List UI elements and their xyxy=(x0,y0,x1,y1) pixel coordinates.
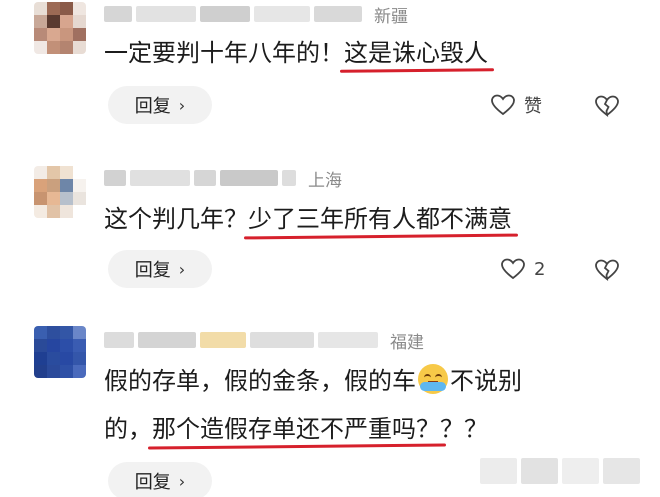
reply-label: 回复 xyxy=(134,472,171,493)
comment-text: 一定要判十年八年的！这是诛心毁人 xyxy=(104,36,488,70)
chevron-right-icon: › xyxy=(178,471,186,491)
location-label: 新疆 xyxy=(374,6,408,27)
reply-label: 回复 xyxy=(134,96,171,117)
comment-text-line-2: 的，那个造假存单还不严重吗？？？ xyxy=(104,412,488,446)
comment-text-line-1: 假的存单，假的金条，假的车 不说别 xyxy=(104,364,522,398)
comment-text-plain: 这个判几年？ xyxy=(104,205,248,233)
heart-icon xyxy=(491,94,515,116)
comment-3: 福建 假的存单，假的金条，假的车 不说别 的，那个造假存单还不严重吗？？？ 回复 … xyxy=(0,318,660,497)
chevron-right-icon: › xyxy=(178,95,186,115)
highlighted-text: 那个造假存单还不严重吗？ xyxy=(152,412,440,446)
like-count: 2 xyxy=(534,258,546,280)
reply-button[interactable]: 回复 › xyxy=(108,462,212,497)
avatar[interactable] xyxy=(34,2,86,54)
broken-heart-icon[interactable] xyxy=(594,258,620,282)
comment-text-plain: 的， xyxy=(104,415,152,443)
like-button[interactable]: 赞 xyxy=(490,92,542,118)
comment-1: 新疆 一定要判十年八年的！这是诛心毁人 回复 › 赞 xyxy=(0,0,660,140)
comment-text-plain: 假的存单，假的金条，假的车 xyxy=(104,367,416,395)
chevron-right-icon: › xyxy=(178,259,186,279)
reply-label: 回复 xyxy=(134,260,171,281)
like-label: 赞 xyxy=(524,96,542,117)
heart-icon xyxy=(501,258,525,280)
comment-text: 这个判几年？少了三年所有人都不满意 xyxy=(104,202,512,236)
avatar[interactable] xyxy=(34,166,86,218)
crying-face-emoji xyxy=(418,364,448,394)
reply-button[interactable]: 回复 › xyxy=(108,250,212,288)
highlighted-text: 这是诛心毁人 xyxy=(344,36,488,70)
blurred-username[interactable] xyxy=(104,332,134,348)
broken-heart-icon[interactable] xyxy=(594,94,620,118)
comment-text-continued: 不说别 xyxy=(450,367,522,395)
username-line: 上海 xyxy=(104,166,342,191)
comment-text-trailing: ？？ xyxy=(440,415,488,443)
highlighted-text: 少了三年所有人都不满意 xyxy=(248,202,512,236)
watermark-blur xyxy=(480,458,640,484)
location-label: 福建 xyxy=(390,332,424,353)
avatar[interactable] xyxy=(34,326,86,378)
username-line: 新疆 xyxy=(104,2,408,27)
blurred-username[interactable] xyxy=(104,6,132,22)
location-label: 上海 xyxy=(308,170,342,191)
username-line: 福建 xyxy=(104,328,424,353)
like-button[interactable]: 2 xyxy=(500,257,545,281)
reply-button[interactable]: 回复 › xyxy=(108,86,212,124)
blurred-username[interactable] xyxy=(104,170,126,186)
comment-text-plain: 一定要判十年八年的！ xyxy=(104,39,344,67)
comment-2: 上海 这个判几年？少了三年所有人都不满意 回复 › 2 xyxy=(0,160,660,300)
